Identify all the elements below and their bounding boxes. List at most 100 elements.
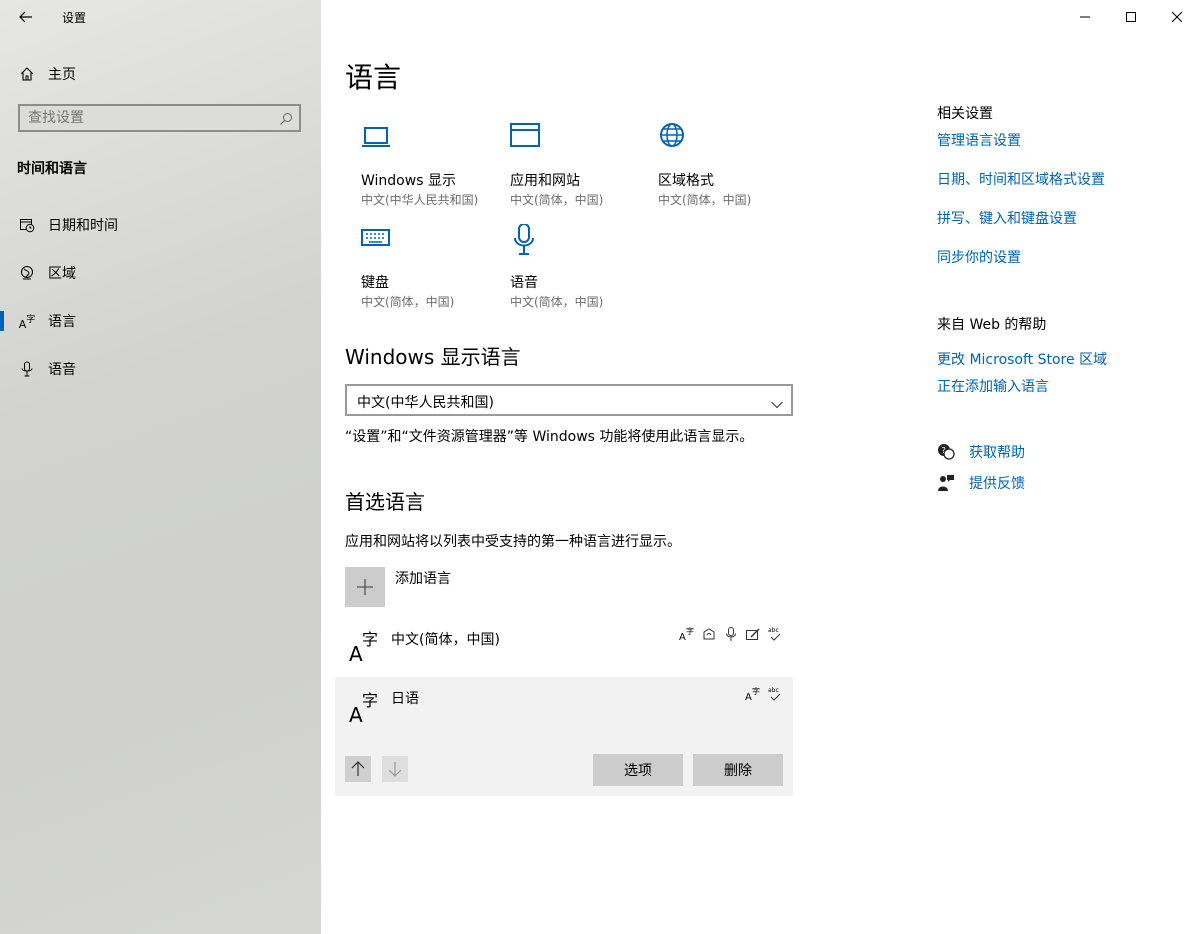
globe-icon <box>658 122 692 156</box>
tile-speech[interactable]: 语音 中文(简体，中国) <box>510 223 650 314</box>
arrow-down-icon <box>388 762 402 777</box>
svg-text:?: ? <box>942 446 946 455</box>
give-feedback-link[interactable]: 提供反馈 <box>937 472 1025 494</box>
sidebar-item-speech[interactable]: 语音 <box>0 349 321 389</box>
sidebar-section-title: 时间和语言 <box>17 161 87 177</box>
microphone-icon <box>18 360 36 378</box>
tile-subtitle: 中文(简体，中国) <box>510 193 604 207</box>
svg-text:abc: abc <box>768 687 779 694</box>
search-input[interactable] <box>28 109 268 127</box>
get-help-link[interactable]: ? 获取帮助 <box>937 441 1025 463</box>
spellcheck-icon: abc <box>768 627 781 641</box>
home-icon <box>18 65 36 83</box>
close-icon <box>1172 12 1182 22</box>
svg-text:字: 字 <box>752 686 760 696</box>
sidebar-item-label: 区域 <box>48 266 76 282</box>
link-date-time-region[interactable]: 日期、时间和区域格式设置 <box>937 169 1105 189</box>
handwriting-icon <box>746 628 760 640</box>
globe-icon <box>18 264 36 282</box>
tile-keyboard[interactable]: 键盘 中文(简体，中国) <box>361 224 501 314</box>
language-features: A字 abc <box>679 626 783 642</box>
remove-button[interactable]: 删除 <box>693 754 783 786</box>
keyboard-icon <box>361 224 395 258</box>
language-row-japanese[interactable]: A字 日语 A字 abc 选项 删除 <box>335 677 793 796</box>
link-manage-language-settings[interactable]: 管理语言设置 <box>937 130 1021 150</box>
sidebar-item-region[interactable]: 区域 <box>0 253 321 293</box>
back-arrow-icon <box>19 11 32 23</box>
main-content: 语言 Windows 显示 中文(中华人民共和国) 应用和网站 中文(简体，中国… <box>321 0 1202 934</box>
link-change-store-region[interactable]: 更改 Microsoft Store 区域 <box>937 349 1107 369</box>
display-language-heading: Windows 显示语言 <box>345 345 521 369</box>
options-button[interactable]: 选项 <box>593 754 683 786</box>
link-adding-input-language[interactable]: 正在添加输入语言 <box>937 376 1049 396</box>
text-to-speech-icon <box>703 628 715 640</box>
tile-subtitle: 中文(简体，中国) <box>658 193 752 207</box>
maximize-button[interactable] <box>1108 4 1154 30</box>
minimize-button[interactable] <box>1062 4 1108 30</box>
add-language-label: 添加语言 <box>395 571 451 587</box>
tile-title: 键盘 <box>361 275 389 291</box>
link-spelling-typing-keyboard[interactable]: 拼写、键入和键盘设置 <box>937 208 1077 228</box>
minimize-icon <box>1080 16 1090 18</box>
chevron-down-icon <box>771 394 783 413</box>
language-name: 中文(简体，中国) <box>391 632 500 648</box>
give-feedback-label[interactable]: 提供反馈 <box>969 473 1025 493</box>
search-icon[interactable] <box>279 111 293 130</box>
maximize-icon <box>1126 12 1136 22</box>
add-language-button[interactable]: 添加语言 <box>345 566 645 608</box>
plus-icon <box>345 567 385 607</box>
sidebar-item-label: 语言 <box>48 314 76 330</box>
web-help-heading: 来自 Web 的帮助 <box>937 317 1047 333</box>
microphone-icon <box>510 223 544 258</box>
sidebar-item-label: 日期和时间 <box>48 218 118 234</box>
laptop-icon <box>361 122 395 156</box>
svg-text:字: 字 <box>686 626 694 636</box>
preferred-languages-heading: 首选语言 <box>345 490 425 514</box>
tile-title: 应用和网站 <box>510 173 580 189</box>
svg-text:A: A <box>679 632 686 642</box>
tile-title: 区域格式 <box>658 173 714 189</box>
sidebar-item-label: 语音 <box>48 362 76 378</box>
tile-windows-display[interactable]: Windows 显示 中文(中华人民共和国) <box>361 122 501 212</box>
feedback-icon <box>937 474 955 492</box>
chat-help-icon: ? <box>937 443 955 461</box>
speech-recognition-icon <box>726 627 736 641</box>
svg-text:abc: abc <box>768 627 779 634</box>
display-language-dropdown[interactable]: 中文(中华人民共和国) <box>345 384 793 416</box>
language-features: A字 abc <box>745 686 783 702</box>
app-title: 设置 <box>62 11 87 25</box>
display-language-icon: A字 <box>745 686 760 702</box>
sidebar-item-language[interactable]: A字 语言 <box>0 301 321 341</box>
language-icon: A字 <box>18 314 36 331</box>
language-row-chinese[interactable]: A字 中文(简体，中国) A字 abc <box>335 618 793 676</box>
language-name: 日语 <box>391 691 419 707</box>
sidebar-item-label: 主页 <box>48 67 76 83</box>
tile-subtitle: 中文(简体，中国) <box>510 295 604 309</box>
move-down-button[interactable] <box>382 756 408 782</box>
link-sync-settings[interactable]: 同步你的设置 <box>937 247 1021 267</box>
svg-text:A: A <box>745 692 752 702</box>
arrow-up-icon <box>351 761 365 776</box>
related-settings-heading: 相关设置 <box>937 106 993 122</box>
selection-indicator <box>0 311 4 331</box>
display-language-note: “设置”和“文件资源管理器”等 Windows 功能将使用此语言显示。 <box>345 429 754 445</box>
clock-calendar-icon <box>18 216 36 234</box>
preferred-languages-note: 应用和网站将以列表中受支持的第一种语言进行显示。 <box>345 534 681 550</box>
tile-subtitle: 中文(中华人民共和国) <box>361 193 479 207</box>
tile-apps-websites[interactable]: 应用和网站 中文(简体，中国) <box>510 122 650 212</box>
sidebar: 设置 主页 时间和语言 日期和时间 区域 A字 语言 <box>0 0 321 934</box>
get-help-label[interactable]: 获取帮助 <box>969 442 1025 462</box>
display-language-icon: A字 <box>679 626 694 642</box>
back-button[interactable] <box>14 6 38 28</box>
close-button[interactable] <box>1154 4 1200 30</box>
tile-title: Windows 显示 <box>361 173 456 189</box>
page-title: 语言 <box>345 61 402 94</box>
sidebar-item-date-time[interactable]: 日期和时间 <box>0 205 321 245</box>
tile-regional-format[interactable]: 区域格式 中文(简体，中国) <box>658 122 798 212</box>
tile-title: 语音 <box>510 275 538 291</box>
dropdown-value: 中文(中华人民共和国) <box>357 395 494 411</box>
move-up-button[interactable] <box>345 756 371 782</box>
search-box[interactable] <box>18 104 301 132</box>
spellcheck-icon: abc <box>768 687 781 701</box>
sidebar-item-home[interactable]: 主页 <box>0 54 321 94</box>
